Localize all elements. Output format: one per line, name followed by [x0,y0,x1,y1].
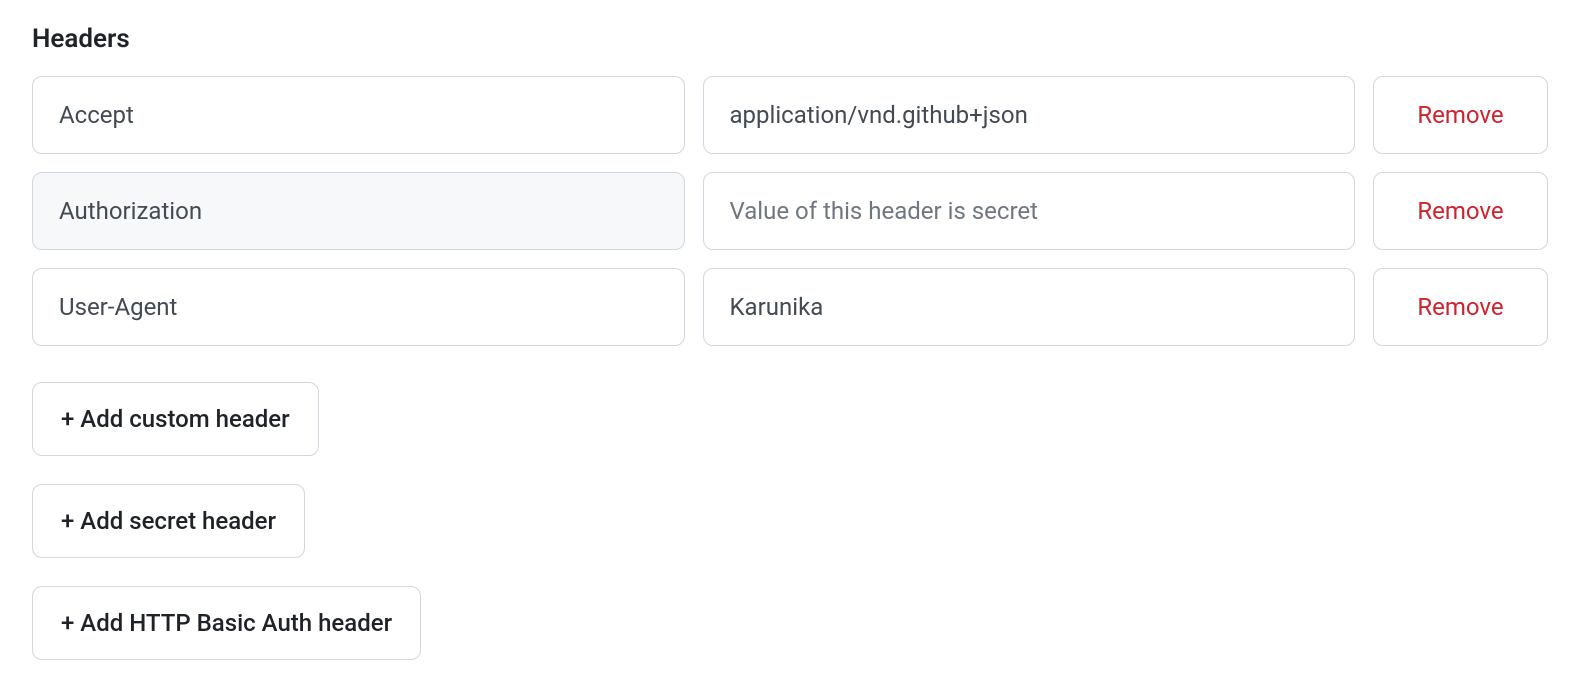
headers-list: Remove Remove Remove [32,76,1548,346]
add-custom-header-button[interactable]: + Add custom header [32,382,319,456]
headers-section-title: Headers [32,24,1548,54]
remove-header-button[interactable]: Remove [1373,76,1548,154]
add-secret-header-button[interactable]: + Add secret header [32,484,305,558]
remove-header-button[interactable]: Remove [1373,172,1548,250]
header-value-input[interactable] [703,76,1356,154]
header-row: Remove [32,172,1548,250]
remove-header-button[interactable]: Remove [1373,268,1548,346]
header-name-input[interactable] [32,268,685,346]
header-row: Remove [32,76,1548,154]
header-name-input[interactable] [32,76,685,154]
header-value-input[interactable] [703,172,1356,250]
header-name-input[interactable] [32,172,685,250]
add-basic-auth-header-button[interactable]: + Add HTTP Basic Auth header [32,586,421,660]
add-buttons-group: + Add custom header + Add secret header … [32,382,1548,660]
header-value-input[interactable] [703,268,1356,346]
header-row: Remove [32,268,1548,346]
